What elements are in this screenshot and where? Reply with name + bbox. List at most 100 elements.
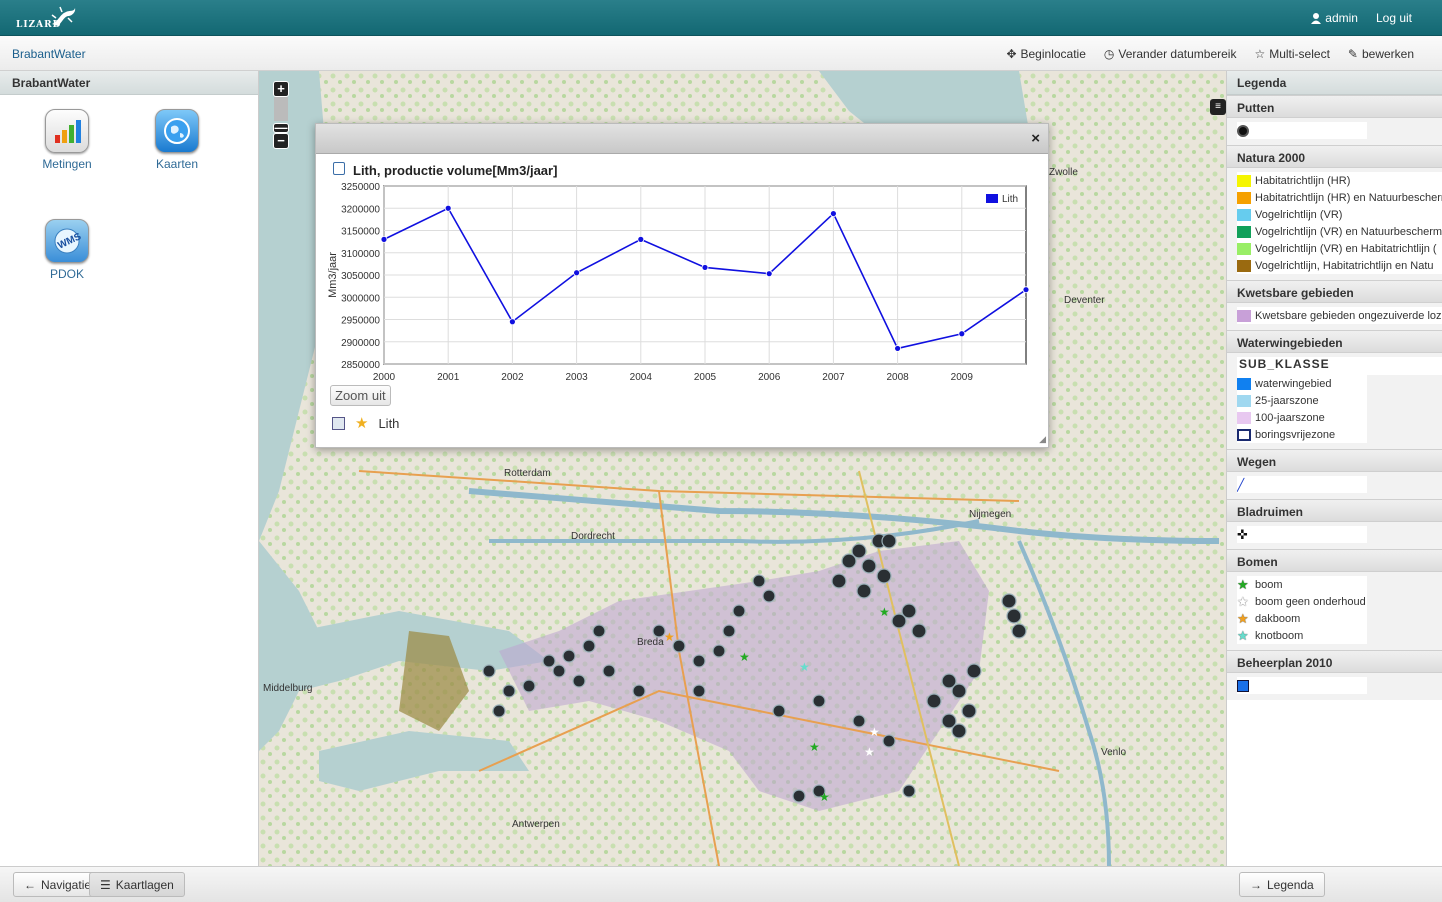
cross-icon: ✜	[1237, 526, 1248, 542]
legend-swatch	[1237, 242, 1251, 255]
navigatie-label: Navigatie	[41, 877, 92, 892]
data-point	[444, 204, 452, 212]
popup-titlebar[interactable]: ×	[316, 124, 1048, 154]
legend-group-title[interactable]: Natura 2000	[1227, 145, 1442, 168]
legend-group-title[interactable]: Putten	[1227, 95, 1442, 118]
close-icon[interactable]: ×	[1031, 130, 1040, 147]
edit-label: bewerken	[1361, 47, 1414, 61]
multi-select-button[interactable]: ☆ Multi-select	[1254, 47, 1329, 61]
legend-item: Habitatrichtlijn (HR)	[1237, 172, 1442, 189]
legend-group-title[interactable]: Bomen	[1227, 549, 1442, 572]
legend-swatch	[986, 194, 998, 203]
legend-swatch	[1237, 394, 1251, 407]
map-label-rotterdam: Rotterdam	[504, 468, 551, 479]
legend-item-label: Vogelrichtlijn (VR) en Natuurbescherm	[1255, 225, 1442, 238]
app-kaarten[interactable]: Kaarten	[137, 109, 217, 171]
arrow-right-icon: →	[1250, 877, 1262, 892]
data-point	[829, 210, 837, 217]
legend-group-title[interactable]: Bladruimen	[1227, 499, 1442, 522]
data-point	[765, 270, 773, 278]
export-icon[interactable]	[332, 416, 345, 430]
y-tick-label: 3200000	[341, 204, 380, 215]
legend-item: 100-jaarszone	[1237, 409, 1367, 426]
svg-text:★: ★	[879, 605, 890, 619]
data-point	[1022, 286, 1030, 294]
x-tick-label: 2008	[886, 372, 909, 383]
top-bar: LIZARD admin Log uit	[0, 0, 1442, 36]
legend-item-label: boringsvrijezone	[1255, 428, 1336, 441]
zoom-out-chart-button[interactable]: Zoom uit	[330, 385, 391, 406]
zoom-slider-track[interactable]	[274, 97, 288, 121]
legend-item-label: Kwetsbare gebieden ongezuiverde lozing	[1255, 309, 1442, 322]
resize-handle-icon[interactable]: ◢	[1039, 434, 1046, 445]
svg-text:★: ★	[664, 630, 675, 644]
legend-swatch	[1237, 174, 1251, 187]
line-chart: 3250000 3200000 3150000 3100000 3050000 30000…	[327, 182, 1030, 383]
y-tick-label: 2900000	[341, 338, 380, 349]
move-icon: ✥	[1006, 47, 1017, 61]
data-point	[508, 318, 516, 326]
legend-item-label: knotboom	[1255, 629, 1304, 642]
logout-link[interactable]: Log uit	[1376, 11, 1412, 25]
legend-item: 25-jaarszone	[1237, 392, 1367, 409]
zoom-in-button[interactable]: +	[273, 81, 289, 97]
lizard-logo[interactable]: LIZARD	[14, 4, 84, 32]
app-pdok[interactable]: WMS PDOK	[27, 219, 107, 281]
legend-subtitle: SUB_KLASSE	[1237, 357, 1442, 375]
legend-swatch	[1237, 411, 1251, 424]
data-point	[573, 269, 581, 277]
graph-popup: × Lith, productie volume[Mm3/jaar] 32500…	[315, 123, 1049, 448]
legend-item: Kwetsbare gebieden ongezuiverde lozing	[1237, 307, 1442, 324]
date-range-button[interactable]: ◷ Verander datumbereik	[1104, 47, 1237, 61]
data-point	[894, 345, 901, 352]
map-label-nijmegen: Nijmegen	[969, 509, 1011, 520]
legend-group-title[interactable]: Beheerplan 2010	[1227, 650, 1442, 673]
y-tick-label: 2850000	[341, 360, 380, 371]
star-icon: ★	[1237, 593, 1249, 609]
legend-group-title[interactable]: Kwetsbare gebieden	[1227, 280, 1442, 303]
y-tick-label: 3050000	[341, 271, 380, 282]
location-marker-icon	[333, 162, 345, 175]
app-kaarten-label: Kaarten	[155, 157, 199, 171]
clock-icon: ◷	[1103, 47, 1115, 61]
map-label-deventer: Deventer	[1064, 295, 1105, 306]
legend-item: Vogelrichtlijn, Habitatrichtlijn en Natu	[1237, 257, 1442, 274]
legend-group-body: SUB_KLASSE waterwingebied 25-jaarszone 100-…	[1227, 353, 1442, 449]
zoom-slider-handle[interactable]: —	[273, 121, 289, 134]
map-label-breda: Breda	[637, 637, 664, 648]
favorite-star-icon[interactable]: ★	[355, 414, 368, 432]
legend-item: Habitatrichtlijn (HR) en Natuurbescherm	[1237, 189, 1442, 206]
y-axis-label: Mm3/jaar	[327, 252, 339, 298]
legend-group-title[interactable]: Wegen	[1227, 449, 1442, 472]
x-tick-label: 2007	[822, 372, 845, 383]
layer-switcher-icon[interactable]: ≡	[1210, 99, 1226, 115]
legend-item: boringsvrijezone	[1237, 426, 1367, 443]
user-menu[interactable]: admin	[1311, 11, 1358, 25]
date-range-label: Verander datumbereik	[1118, 47, 1237, 61]
legend-item: ★ boom geen onderhoud	[1237, 593, 1367, 610]
legenda-button[interactable]: → Legenda	[1239, 872, 1325, 897]
kaartlagen-button[interactable]: ☰ Kaartlagen	[89, 872, 185, 897]
data-point	[958, 330, 966, 338]
legend-item-label: Vogelrichtlijn, Habitatrichtlijn en Natu	[1255, 259, 1434, 272]
zoom-out-button[interactable]: −	[273, 133, 289, 149]
legend-group-body	[1227, 118, 1442, 145]
legend-group-title[interactable]: Waterwingebieden	[1227, 330, 1442, 353]
legend-item-label: boom geen onderhoud	[1255, 595, 1366, 608]
well-icon	[1237, 124, 1249, 137]
legend-item: ✜	[1237, 526, 1367, 543]
app-metingen[interactable]: Metingen	[27, 109, 107, 171]
svg-text:★: ★	[799, 660, 810, 674]
edit-button[interactable]: ✎ bewerken	[1348, 47, 1414, 61]
map-label-middelburg: Middelburg	[263, 683, 312, 694]
beginlocatie-button[interactable]: ✥ Beginlocatie	[1006, 47, 1085, 61]
map-label-antwerpen: Antwerpen	[512, 819, 560, 830]
beginlocatie-label: Beginlocatie	[1020, 47, 1086, 61]
legend-item-label: waterwingebied	[1255, 377, 1332, 390]
legend-item: ★ knotboom	[1237, 627, 1367, 644]
legend-item: Vogelrichtlijn (VR) en Natuurbescherm	[1237, 223, 1442, 240]
legend-item-label: Habitatrichtlijn (HR)	[1255, 174, 1351, 187]
svg-text:★: ★	[869, 725, 880, 739]
star-icon: ★	[1237, 627, 1249, 643]
breadcrumb[interactable]: BrabantWater	[12, 47, 86, 61]
